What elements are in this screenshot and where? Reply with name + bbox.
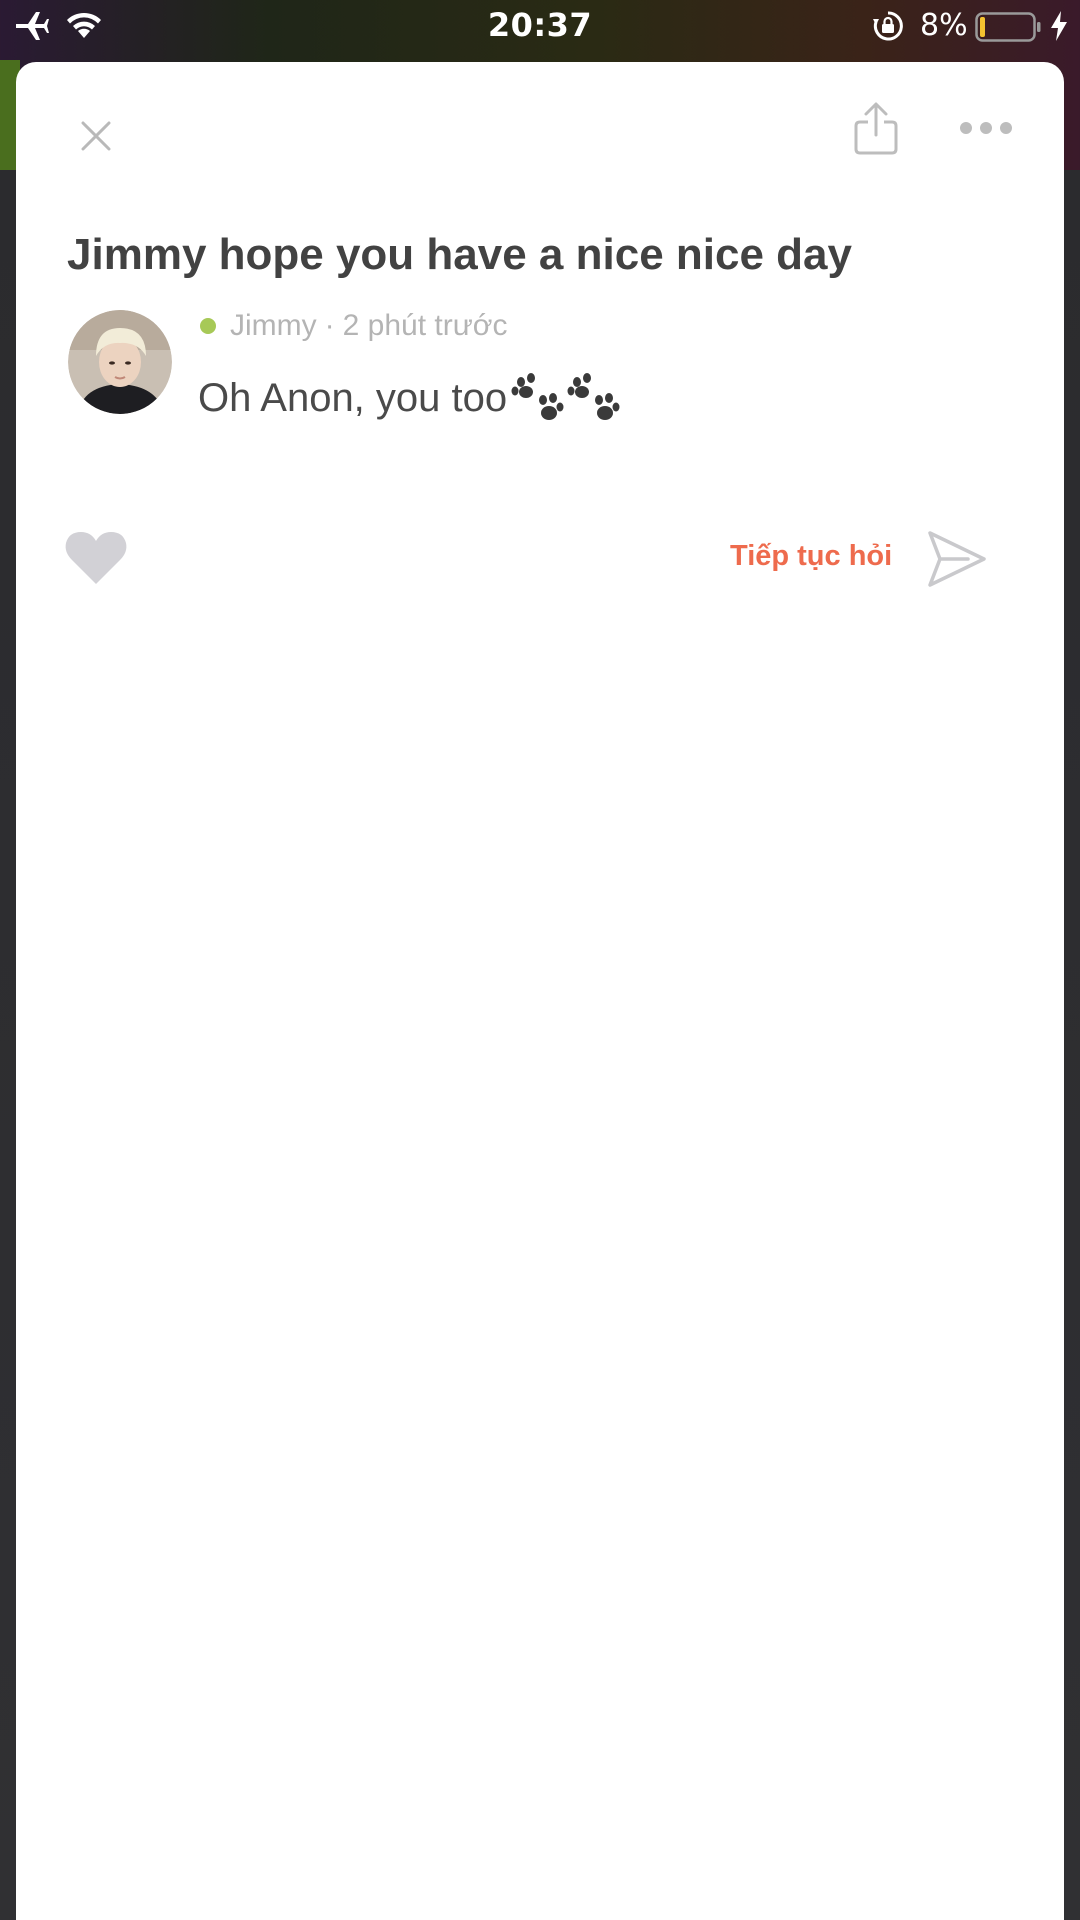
share-icon xyxy=(854,102,898,155)
charging-bolt-icon xyxy=(1051,11,1067,41)
battery-percent: 8% xyxy=(920,8,968,43)
online-indicator xyxy=(200,318,216,334)
meta-separator: · xyxy=(324,309,335,342)
status-time: 20:37 xyxy=(487,6,593,44)
share-button[interactable] xyxy=(836,88,916,168)
heart-icon xyxy=(65,532,127,584)
answer-meta: Jimmy · 2 phút trước xyxy=(200,306,507,346)
close-button[interactable] xyxy=(60,100,132,172)
battery-icon xyxy=(975,12,1041,42)
avatar[interactable] xyxy=(68,310,172,414)
close-icon xyxy=(81,121,111,151)
answer-card: Jimmy hope you have a nice nice day Jimm… xyxy=(16,62,1064,1920)
send-icon xyxy=(928,531,986,587)
question-title: Jimmy hope you have a nice nice day xyxy=(67,230,852,279)
author-name[interactable]: Jimmy xyxy=(230,309,317,343)
status-bar: 20:37 8% xyxy=(0,0,1080,54)
like-button[interactable] xyxy=(64,530,128,586)
ask-again-link[interactable]: Tiếp tục hỏi xyxy=(730,540,892,573)
paw-icon xyxy=(511,373,564,420)
paw-emojis xyxy=(509,372,621,424)
answer-text: Oh Anon, you too xyxy=(198,375,508,420)
rotation-lock-icon xyxy=(873,11,903,41)
answer-body: Oh Anon, you too xyxy=(198,372,621,424)
paw-icon xyxy=(567,373,620,420)
time-ago: 2 phút trước xyxy=(342,309,508,342)
more-options-button[interactable] xyxy=(946,88,1026,168)
more-icon xyxy=(960,122,1012,134)
send-button[interactable] xyxy=(924,528,988,590)
